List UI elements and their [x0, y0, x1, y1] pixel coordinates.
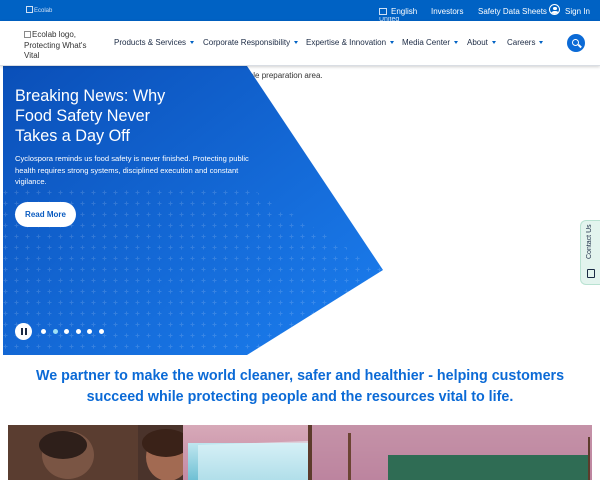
nav-label: Expertise & Innovation [306, 38, 387, 47]
mission-statement: We partner to make the world cleaner, sa… [35, 368, 565, 405]
main-navigation: Ecolab logo, Protecting What's Vital Pro… [0, 21, 600, 66]
nav-label: Products & Services [114, 38, 187, 47]
ecolab-small-logo[interactable]: Ecolab [26, 6, 56, 15]
feature-photo [8, 425, 592, 480]
hero-carousel: ove a vegetable preparation area. Breaki… [0, 66, 600, 360]
search-button[interactable] [567, 34, 585, 52]
carousel-dot[interactable] [87, 329, 92, 334]
nav-media-center[interactable]: Media Center [402, 38, 459, 48]
nav-label: Careers [507, 38, 536, 47]
investors-link[interactable]: Investors [431, 7, 463, 16]
flag-icon [379, 8, 387, 15]
nav-label: About [467, 38, 488, 47]
nav-about[interactable]: About [467, 38, 496, 48]
chevron-down-icon [454, 41, 459, 44]
carousel-dot[interactable] [64, 329, 69, 334]
chevron-down-icon [294, 41, 299, 44]
nav-label: Corporate Responsibility [203, 38, 291, 47]
nav-careers[interactable]: Careers [507, 38, 544, 48]
broken-image-icon [26, 6, 33, 13]
nav-products-services[interactable]: Products & Services [114, 38, 195, 48]
sign-in-link[interactable]: Sign In [565, 7, 590, 16]
feature-photo-illustration [8, 425, 592, 480]
chevron-down-icon [390, 41, 395, 44]
ecolab-logo[interactable]: Ecolab logo, Protecting What's Vital [24, 30, 102, 62]
contact-us-tab[interactable]: Contact Us [580, 220, 600, 285]
hero-description: Cyclospora reminds us food safety is nev… [15, 154, 249, 186]
nav-label: Media Center [402, 38, 451, 47]
carousel-pause-button[interactable] [15, 323, 32, 340]
chevron-down-icon [190, 41, 195, 44]
utility-bar: Ecolab English United Investors Safety D… [0, 0, 600, 21]
language-label: English [391, 7, 418, 16]
read-more-button[interactable]: Read More [15, 202, 76, 227]
ecolab-small-logo-alt: Ecolab [34, 8, 53, 14]
pause-icon [21, 328, 23, 335]
carousel-dot[interactable] [52, 329, 58, 334]
broken-image-icon [24, 31, 31, 38]
hero-title: Breaking News: Why Food Safety Never Tak… [15, 87, 166, 145]
chevron-down-icon [491, 41, 496, 44]
ecolab-logo-alt: Ecolab logo, Protecting What's Vital [24, 30, 87, 60]
nav-corporate-responsibility[interactable]: Corporate Responsibility [203, 38, 299, 48]
chat-icon [587, 269, 595, 278]
contact-us-label: Contact Us [586, 224, 593, 259]
user-icon[interactable] [549, 4, 560, 15]
chevron-down-icon [539, 41, 544, 44]
nav-expertise-innovation[interactable]: Expertise & Innovation [306, 38, 395, 48]
safety-data-sheets-link[interactable]: Safety Data Sheets [478, 7, 547, 16]
carousel-dot[interactable] [75, 329, 81, 334]
carousel-dot[interactable] [98, 329, 104, 334]
carousel-dot[interactable] [41, 329, 46, 334]
